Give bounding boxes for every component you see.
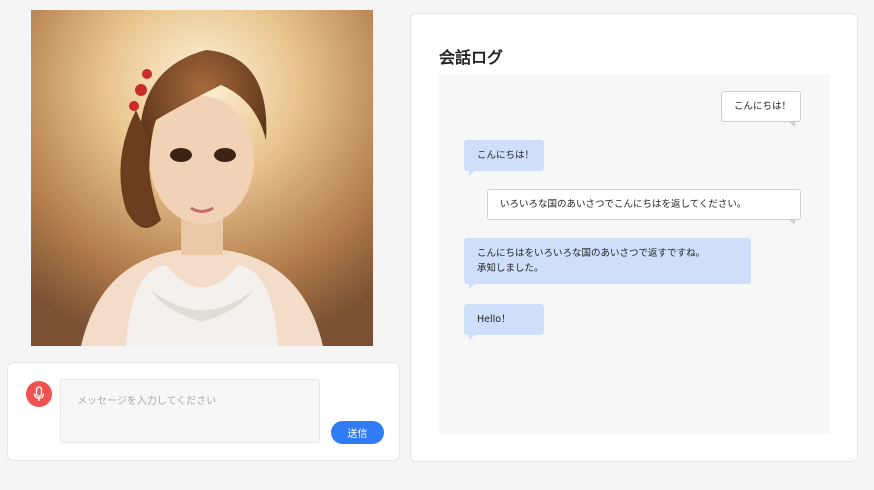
message-text: こんにちはをいろいろな国のあいさつで返すですね。: [477, 248, 706, 259]
message-text: こんにちは！: [734, 101, 792, 112]
bubble-tail: [469, 283, 476, 289]
message-bubble-ai: Hello！: [464, 304, 544, 340]
message-bubble-ai: こんにちは！: [464, 140, 544, 176]
bubble-tail: [788, 219, 795, 225]
bubble-tail: [469, 334, 476, 340]
conversation-log-title: 会話ログ: [439, 48, 504, 67]
message-bubble-user: こんにちは！: [721, 91, 801, 127]
message-text: Hello！: [477, 314, 511, 325]
message-bubble-user: いろいろな国のあいさつでこんにちはを返してください。: [487, 189, 801, 225]
avatar: [31, 10, 373, 346]
conversation-log-panel: 会話ログ こんにちは！ こんにちは！ いろいろな国のあいさつでこんにちはを返して…: [410, 13, 858, 462]
bubble-tail: [788, 121, 795, 127]
message-text: いろいろな国のあいさつでこんにちはを返してください。: [500, 199, 747, 210]
message-text: こんにちは！: [477, 150, 535, 161]
microphone-icon: [33, 386, 45, 401]
message-composer: 送信: [7, 362, 400, 461]
avatar-image: [31, 10, 373, 346]
microphone-button[interactable]: [26, 381, 52, 407]
conversation-log[interactable]: こんにちは！ こんにちは！ いろいろな国のあいさつでこんにちはを返してください。…: [439, 74, 830, 434]
message-input[interactable]: [60, 379, 320, 443]
send-button[interactable]: 送信: [331, 421, 384, 444]
message-bubble-ai: こんにちはをいろいろな国のあいさつで返すですね。 承知しました。: [464, 238, 751, 289]
message-text: 承知しました。: [477, 263, 544, 274]
bubble-tail: [469, 170, 476, 176]
